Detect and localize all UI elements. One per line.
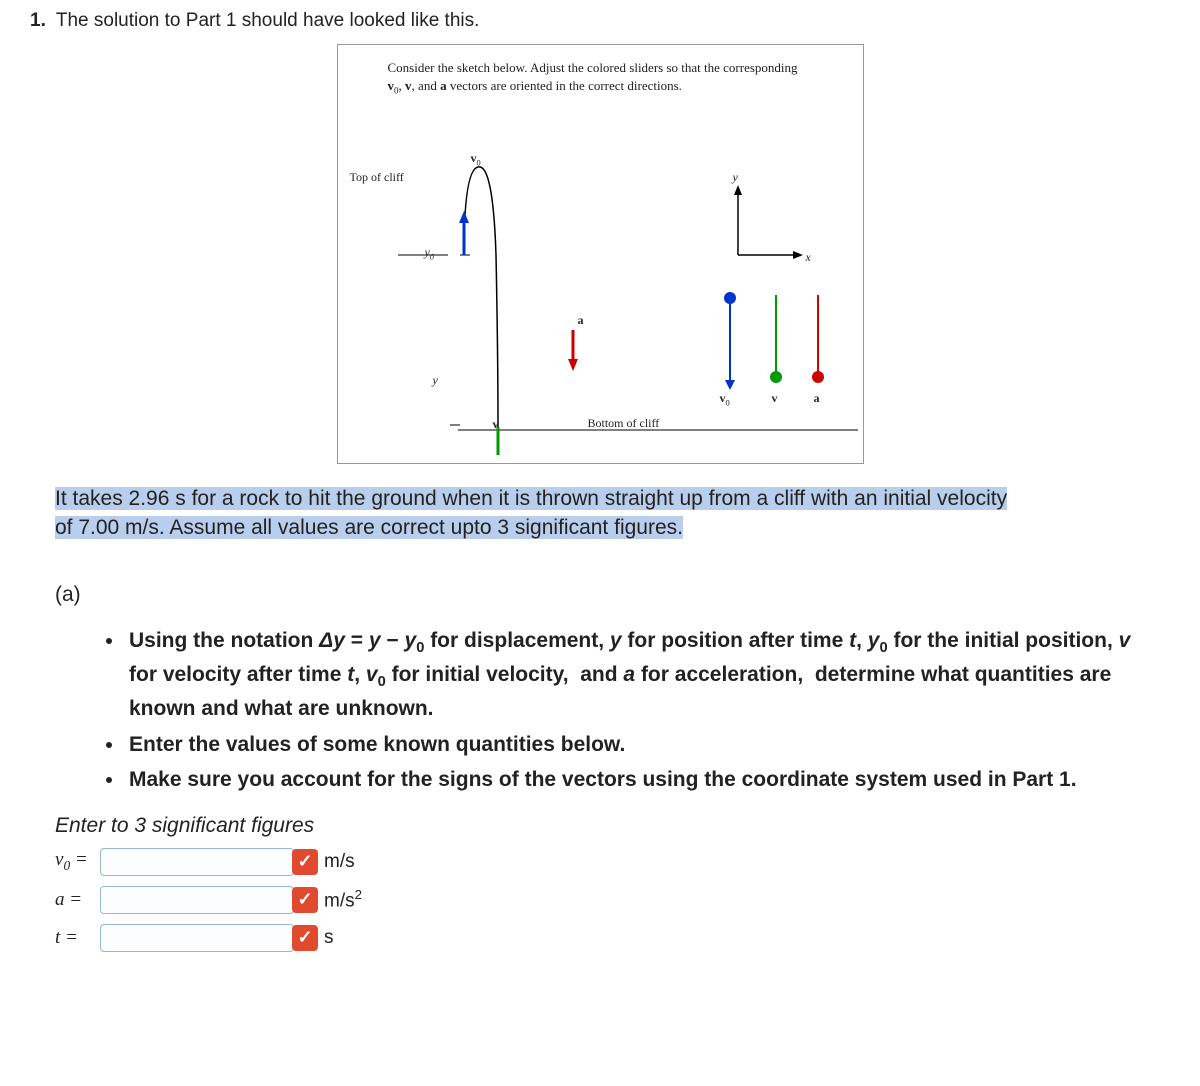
input-row-t: t = ✓ s bbox=[55, 924, 1170, 952]
axis-x-label: x bbox=[806, 250, 811, 265]
label-a: a bbox=[578, 313, 584, 328]
unit-a: m/s2 bbox=[324, 887, 362, 912]
input-row-a: a = ✓ m/s2 bbox=[55, 886, 1170, 914]
bullet-item: Using the notation Δy = y − y0 for displ… bbox=[125, 625, 1160, 725]
axis-y-label: y bbox=[733, 170, 738, 185]
bullet-item: Enter the values of some known quantitie… bbox=[125, 729, 1160, 761]
bullet-item: Make sure you account for the signs of t… bbox=[125, 764, 1160, 796]
question-number: 1. bbox=[30, 10, 46, 32]
sigfig-instruction: Enter to 3 significant figures bbox=[55, 814, 1170, 838]
label-v: v bbox=[493, 417, 499, 432]
diagram-instructions: Consider the sketch below. Adjust the co… bbox=[388, 59, 813, 96]
diagram-frame: Consider the sketch below. Adjust the co… bbox=[337, 44, 864, 464]
label-bottom-of-cliff: Bottom of cliff bbox=[588, 416, 660, 431]
question-header: 1. The solution to Part 1 should have lo… bbox=[30, 10, 1170, 32]
label-y0: y0 bbox=[425, 245, 435, 261]
highlighted-prompt: It takes 2.96 s for a rock to hit the gr… bbox=[55, 484, 1025, 543]
label-v0: v0 bbox=[471, 151, 481, 167]
slider-label-v0: v0 bbox=[720, 391, 730, 407]
instruction-bullets: Using the notation Δy = y − y0 for displ… bbox=[85, 625, 1160, 796]
check-badge-icon[interactable]: ✓ bbox=[292, 925, 318, 951]
label-top-of-cliff: Top of cliff bbox=[350, 170, 404, 185]
symbol-v0: v0 = bbox=[55, 849, 100, 874]
slider-label-v: v bbox=[772, 391, 778, 406]
diagram-svg bbox=[398, 105, 868, 455]
unit-v0: m/s bbox=[324, 851, 355, 873]
unit-t: s bbox=[324, 927, 334, 949]
symbol-a: a = bbox=[55, 889, 100, 911]
label-y: y bbox=[433, 373, 438, 388]
v0-input[interactable] bbox=[100, 848, 294, 876]
t-input[interactable] bbox=[100, 924, 294, 952]
symbol-t: t = bbox=[55, 927, 100, 949]
slider-label-a: a bbox=[814, 391, 820, 406]
check-badge-icon[interactable]: ✓ bbox=[292, 887, 318, 913]
input-row-v0: v0 = ✓ m/s bbox=[55, 848, 1170, 876]
intro-text: The solution to Part 1 should have looke… bbox=[56, 10, 480, 32]
a-input[interactable] bbox=[100, 886, 294, 914]
part-label: (a) bbox=[55, 583, 1170, 607]
check-badge-icon[interactable]: ✓ bbox=[292, 849, 318, 875]
